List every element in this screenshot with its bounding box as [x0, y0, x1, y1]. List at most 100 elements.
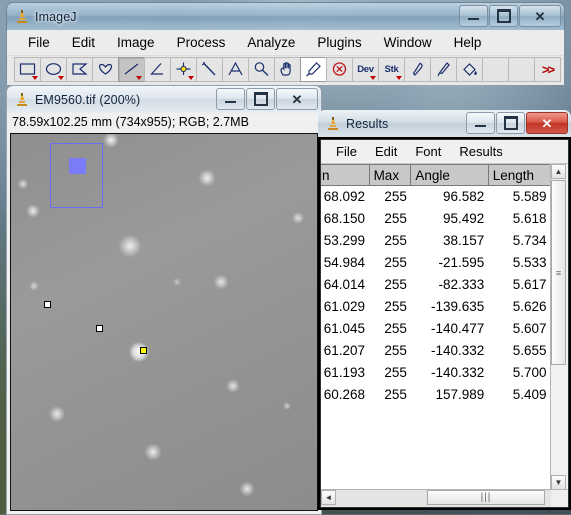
maximize-icon[interactable]: [496, 112, 525, 134]
results-content: inMaxAngleLength 68.092 255 96.582 5.589 68.1…: [321, 164, 568, 507]
column-header-angle[interactable]: Angle: [410, 164, 489, 186]
cell-min: 61.207: [323, 343, 366, 358]
rectangle-tool[interactable]: [14, 57, 41, 82]
imagej-titlebar[interactable]: ImageJ ✕: [6, 2, 565, 30]
dev-tool[interactable]: Dev: [352, 57, 379, 82]
close-icon[interactable]: ✕: [276, 88, 318, 110]
cell-angle: 95.492: [442, 211, 485, 226]
horizontal-scroll-thumb[interactable]: |||: [427, 490, 545, 505]
results-title-text: Results: [346, 116, 389, 131]
table-row[interactable]: 53.299 255 38.157 5.734: [321, 230, 551, 252]
results-table-viewport[interactable]: inMaxAngleLength 68.092 255 96.582 5.589 68.1…: [321, 164, 551, 490]
magnifier-tool[interactable]: [248, 57, 275, 82]
table-row[interactable]: 68.150 255 95.492 5.618: [321, 208, 551, 230]
menu-item-file[interactable]: File: [17, 33, 61, 52]
brush-tool[interactable]: [430, 57, 457, 82]
cell-angle: -21.595: [438, 255, 485, 270]
table-row[interactable]: 60.268 255 157.989 5.409: [321, 384, 551, 406]
imagej-toolbar: Dev Stk >>: [7, 56, 564, 85]
cell-min: 61.029: [323, 299, 366, 314]
column-header-max[interactable]: Max: [369, 164, 412, 186]
results-menu-item-edit[interactable]: Edit: [366, 143, 406, 160]
tool-dropdown-arrow-icon[interactable]: [136, 76, 142, 80]
point-tool[interactable]: [170, 57, 197, 82]
minimize-icon[interactable]: [466, 112, 495, 134]
cell-min: 61.193: [323, 365, 366, 380]
results-table[interactable]: inMaxAngleLength 68.092 255 96.582 5.589 68.1…: [321, 164, 551, 406]
results-menu-item-results[interactable]: Results: [450, 143, 511, 160]
table-row[interactable]: 61.193 255 -140.332 5.700: [321, 362, 551, 384]
tool-dropdown-arrow-icon[interactable]: [396, 76, 402, 80]
menu-item-help[interactable]: Help: [443, 33, 493, 52]
cell-max: 255: [384, 365, 407, 380]
table-row[interactable]: 61.029 255 -139.635 5.626: [321, 296, 551, 318]
pencil-tool[interactable]: [404, 57, 431, 82]
angle-tool[interactable]: [144, 57, 171, 82]
tool-dropdown-arrow-icon[interactable]: [370, 76, 376, 80]
maximize-icon[interactable]: [246, 88, 275, 110]
menu-item-plugins[interactable]: Plugins: [306, 33, 372, 52]
table-row[interactable]: 68.092 255 96.582 5.589: [321, 186, 551, 208]
oval-tool[interactable]: [40, 57, 67, 82]
stack-tool[interactable]: Stk: [378, 57, 405, 82]
scroll-left-icon[interactable]: ◄: [321, 490, 336, 505]
image-window-controls: ✕: [216, 88, 318, 110]
dropper-tool[interactable]: [300, 57, 327, 82]
line-selection-overlay[interactable]: [11, 134, 311, 284]
minimize-icon[interactable]: [459, 5, 488, 27]
freehand-icon: [96, 61, 115, 78]
hand-tool[interactable]: [274, 57, 301, 82]
scroll-up-icon[interactable]: ▲: [551, 164, 566, 179]
image-canvas[interactable]: [10, 133, 318, 511]
text-tool[interactable]: [222, 57, 249, 82]
image-window-titlebar[interactable]: EM9560.tif (200%) ✕: [6, 85, 322, 113]
flood-fill-tool[interactable]: [456, 57, 483, 82]
tool-dropdown-arrow-icon[interactable]: [32, 76, 38, 80]
close-icon[interactable]: ✕: [526, 112, 568, 134]
table-row[interactable]: 61.207 255 -140.332 5.655: [321, 340, 551, 362]
menu-item-analyze[interactable]: Analyze: [236, 33, 306, 52]
column-header-length[interactable]: Length: [488, 164, 551, 186]
results-titlebar[interactable]: Results ✕: [318, 110, 571, 137]
line-handle-mid[interactable]: [96, 325, 103, 332]
text-icon: [226, 61, 245, 78]
empty-slot-1[interactable]: [482, 57, 509, 82]
menu-item-edit[interactable]: Edit: [61, 33, 106, 52]
polygon-tool[interactable]: [66, 57, 93, 82]
tool-dropdown-arrow-icon[interactable]: [188, 76, 194, 80]
tool-dropdown-arrow-icon[interactable]: [58, 76, 64, 80]
cell-angle: -139.635: [430, 299, 485, 314]
table-row[interactable]: 61.045 255 -140.477 5.607: [321, 318, 551, 340]
results-vertical-scrollbar[interactable]: ▲ ≡ ▼: [550, 164, 568, 490]
microscope-icon: [326, 116, 340, 131]
cell-length: 5.409: [512, 387, 547, 402]
more-tools[interactable]: >>: [534, 57, 561, 82]
empty-slot-2[interactable]: [508, 57, 535, 82]
cell-length: 5.626: [512, 299, 547, 314]
polygon-icon: [70, 61, 89, 78]
scroll-down-icon[interactable]: ▼: [551, 475, 566, 490]
results-menu-item-file[interactable]: File: [327, 143, 366, 160]
cell-angle: 157.989: [435, 387, 485, 402]
line-tool[interactable]: [118, 57, 145, 82]
vertical-scroll-thumb[interactable]: ≡: [551, 180, 566, 365]
menu-item-image[interactable]: Image: [106, 33, 166, 52]
results-menu-item-font[interactable]: Font: [406, 143, 450, 160]
results-horizontal-scrollbar[interactable]: ◄ ||| ►: [321, 489, 568, 507]
line-handle-end[interactable]: [140, 347, 147, 354]
table-row[interactable]: 54.984 255 -21.595 5.533: [321, 252, 551, 274]
minimize-icon[interactable]: [216, 88, 245, 110]
line-handle-start[interactable]: [44, 301, 51, 308]
close-icon[interactable]: ✕: [519, 5, 561, 27]
cell-min: 64.014: [323, 277, 366, 292]
cell-max: 255: [384, 189, 407, 205]
wand-tool[interactable]: [196, 57, 223, 82]
cell-angle: -140.332: [430, 343, 485, 358]
freehand-tool[interactable]: [92, 57, 119, 82]
maximize-icon[interactable]: [489, 5, 518, 27]
table-row[interactable]: 64.014 255 -82.333 5.617: [321, 274, 551, 296]
stop-tool[interactable]: [326, 57, 353, 82]
column-header-min[interactable]: in: [321, 164, 370, 186]
menu-item-window[interactable]: Window: [373, 33, 443, 52]
menu-item-process[interactable]: Process: [166, 33, 237, 52]
